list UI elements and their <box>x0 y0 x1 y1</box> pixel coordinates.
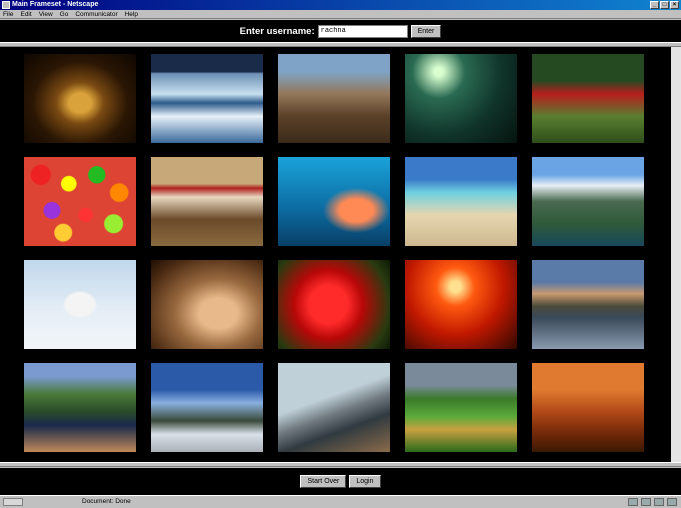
gallery-frame <box>0 47 681 462</box>
photo-bridge-cable[interactable] <box>278 363 390 452</box>
image-grid <box>24 54 644 452</box>
discussion-icon[interactable] <box>654 498 664 506</box>
photo-mountain-lake[interactable] <box>532 157 644 246</box>
window-controls: _ □ × <box>650 1 679 9</box>
photo-penguins-iceberg[interactable] <box>151 54 263 143</box>
username-label: Enter username: <box>239 25 315 37</box>
photo-red-rose[interactable] <box>278 260 390 349</box>
menu-view[interactable]: View <box>39 10 53 18</box>
start-over-button[interactable]: Start Over <box>300 475 347 488</box>
minimize-button[interactable]: _ <box>650 1 659 9</box>
photo-polar-bears[interactable] <box>24 260 136 349</box>
photo-scuba-diver[interactable] <box>278 157 390 246</box>
photo-moonlit-shore[interactable] <box>405 54 517 143</box>
photo-safari-cattle[interactable] <box>278 54 390 143</box>
menu-go[interactable]: Go <box>60 10 69 18</box>
photo-formal-garden[interactable] <box>405 363 517 452</box>
window-title: Main Frameset - Netscape <box>12 1 99 8</box>
component-tray <box>628 498 677 506</box>
close-button[interactable]: × <box>670 1 679 9</box>
vertical-scrollbar[interactable] <box>671 47 681 462</box>
netscape-icon <box>2 1 10 9</box>
login-button[interactable]: Login <box>349 475 381 488</box>
login-frame: Enter username: Enter <box>0 20 681 42</box>
enter-button[interactable]: Enter <box>410 24 442 38</box>
security-icon[interactable] <box>3 498 23 506</box>
username-input[interactable] <box>317 24 408 38</box>
frame-divider[interactable] <box>0 462 681 467</box>
photo-coastal-cliffs[interactable] <box>24 363 136 452</box>
photo-cave-formation[interactable] <box>151 260 263 349</box>
navigator-icon[interactable] <box>628 498 638 506</box>
photo-binocular-watcher[interactable] <box>532 54 644 143</box>
photo-mountain-hiker[interactable] <box>151 363 263 452</box>
status-bar: Document: Done <box>0 495 681 508</box>
menu-file[interactable]: File <box>3 10 13 18</box>
title-bar: Main Frameset - Netscape _ □ × <box>0 0 681 10</box>
photo-rodeo-rider[interactable] <box>151 157 263 246</box>
maximize-button[interactable]: □ <box>660 1 669 9</box>
action-frame: Start Over Login <box>0 468 681 495</box>
photo-tropical-beach[interactable] <box>405 157 517 246</box>
menu-communicator[interactable]: Communicator <box>75 10 117 18</box>
photo-lakeside-town[interactable] <box>532 260 644 349</box>
photo-sunset-trees[interactable] <box>405 260 517 349</box>
mail-icon[interactable] <box>641 498 651 506</box>
photo-jelly-beans[interactable] <box>24 157 136 246</box>
photo-woodworking-shop[interactable] <box>532 363 644 452</box>
menu-bar: File Edit View Go Communicator Help <box>0 10 681 19</box>
menu-edit[interactable]: Edit <box>20 10 31 18</box>
composer-icon[interactable] <box>667 498 677 506</box>
menu-help[interactable]: Help <box>125 10 138 18</box>
status-text: Document: Done <box>82 498 131 505</box>
photo-buddha-statue[interactable] <box>24 54 136 143</box>
